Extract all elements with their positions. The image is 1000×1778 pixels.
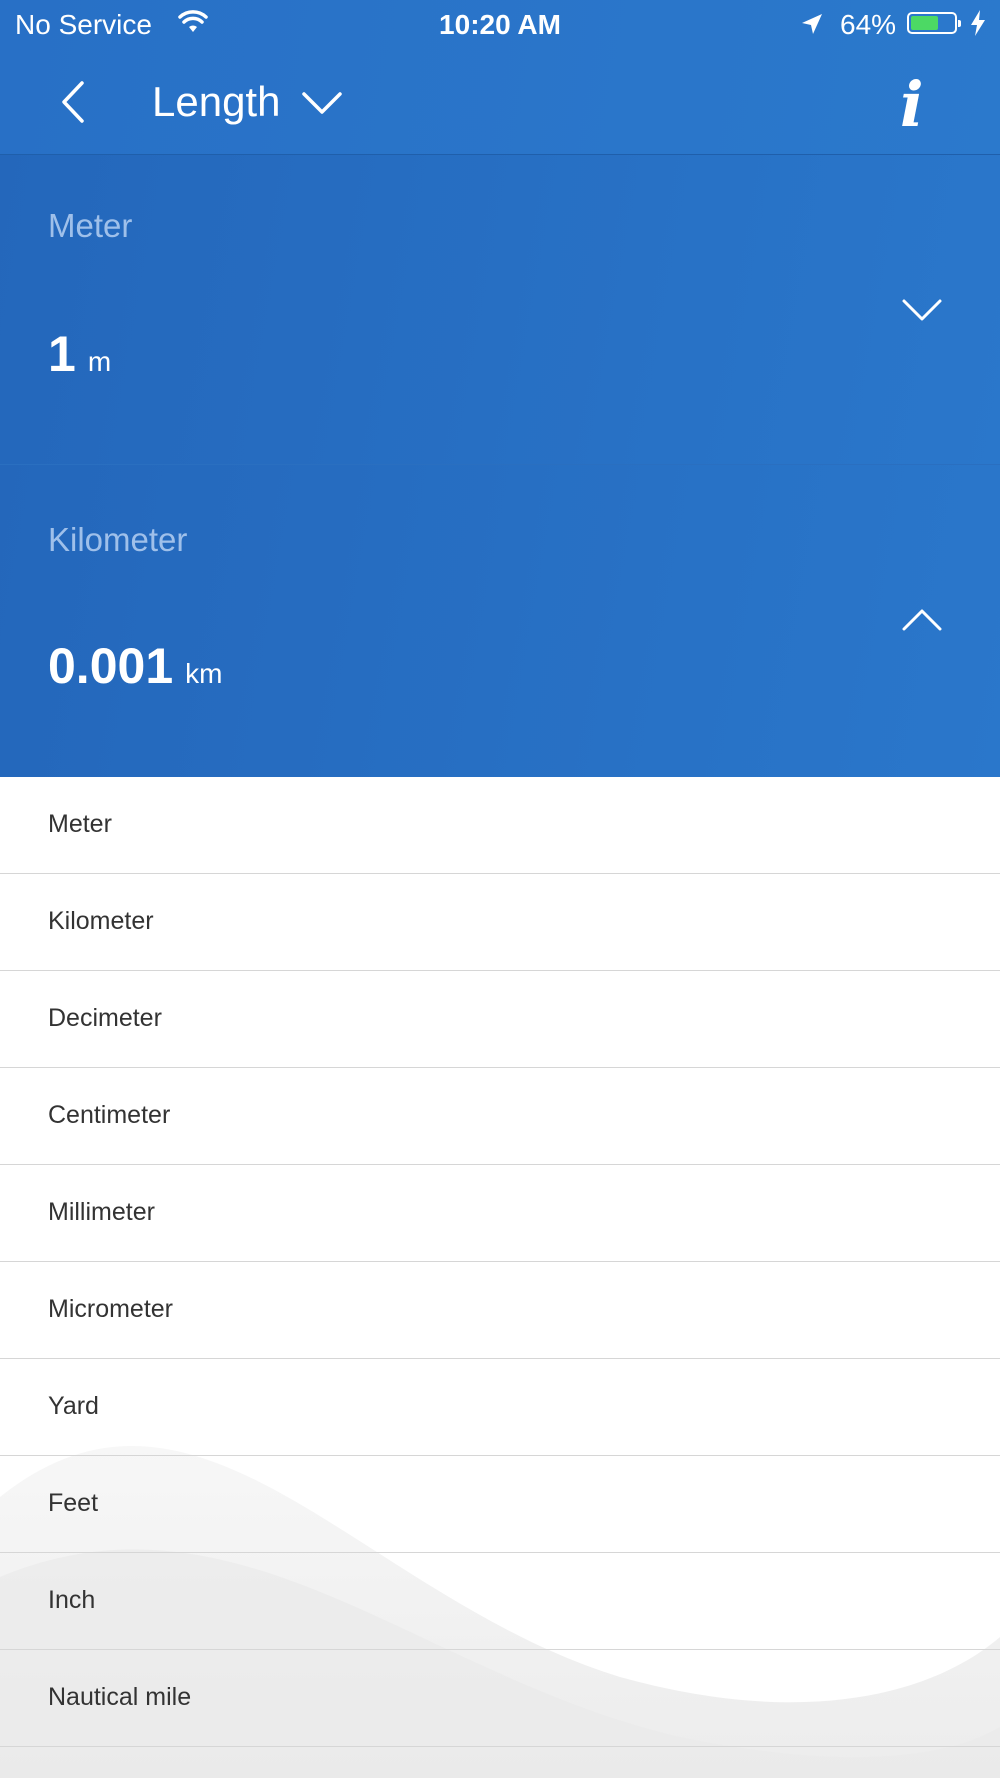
list-item[interactable]: Inch <box>0 1553 1000 1650</box>
list-item-label: Micrometer <box>48 1295 174 1323</box>
list-item-label: Meter <box>48 810 112 838</box>
list-item-label: Nautical mile <box>48 1683 192 1711</box>
info-button[interactable]: i <box>900 68 924 141</box>
navigation-bar: Length i <box>0 50 1000 154</box>
list-item[interactable]: Feet <box>0 1456 1000 1553</box>
from-value[interactable]: 1 <box>48 326 76 382</box>
list-item-label: Yard <box>48 1392 99 1420</box>
list-item-label: Decimeter <box>48 1004 162 1032</box>
to-unit-symbol: km <box>185 658 223 689</box>
to-unit-panel[interactable]: Kilometer 0.001 km <box>0 464 1000 777</box>
from-unit-name: Meter <box>48 207 133 244</box>
list-item-label: Inch <box>48 1586 96 1614</box>
chevron-down-icon[interactable] <box>900 295 944 325</box>
battery-nub <box>958 20 961 27</box>
list-item-label: Feet <box>48 1489 99 1517</box>
from-value-row[interactable]: 1m <box>48 325 111 383</box>
from-unit-symbol: m <box>87 346 112 377</box>
list-item-label: Centimeter <box>48 1101 171 1129</box>
battery-icon <box>907 12 961 34</box>
list-item-label: Millimeter <box>48 1198 155 1226</box>
from-unit-panel[interactable]: Meter 1m <box>0 155 1000 464</box>
back-chevron-icon[interactable] <box>52 77 92 127</box>
category-title[interactable]: Length <box>152 78 280 126</box>
unit-list[interactable]: Meter Kilometer Decimeter Centimeter Millime… <box>0 777 1000 1778</box>
battery-fill <box>911 16 938 30</box>
list-item-label: Kilometer <box>48 907 154 935</box>
charging-bolt-icon <box>971 10 985 36</box>
status-bar: No Service 10:20 AM 64% <box>0 0 1000 50</box>
list-item[interactable]: Millimeter <box>0 1165 1000 1262</box>
list-item[interactable]: Micrometer <box>0 1262 1000 1359</box>
list-item[interactable]: Kilometer <box>0 874 1000 971</box>
list-item[interactable]: Meter <box>0 777 1000 874</box>
unit-list-items: Meter Kilometer Decimeter Centimeter Millime… <box>0 777 1000 1747</box>
list-item[interactable]: Yard <box>0 1359 1000 1456</box>
list-item[interactable]: Decimeter <box>0 971 1000 1068</box>
list-item[interactable]: Centimeter <box>0 1068 1000 1165</box>
location-arrow-icon <box>802 14 822 34</box>
top-bar: No Service 10:20 AM 64% Length i <box>0 0 1000 155</box>
battery-percent: 64% <box>840 9 897 40</box>
to-value-row[interactable]: 0.001 km <box>48 637 222 695</box>
to-unit-name: Kilometer <box>48 521 188 558</box>
list-item[interactable]: Nautical mile <box>0 1650 1000 1747</box>
chevron-up-icon[interactable] <box>900 605 944 635</box>
to-value[interactable]: 0.001 <box>48 638 173 694</box>
category-dropdown-chevron-icon[interactable] <box>300 90 344 116</box>
